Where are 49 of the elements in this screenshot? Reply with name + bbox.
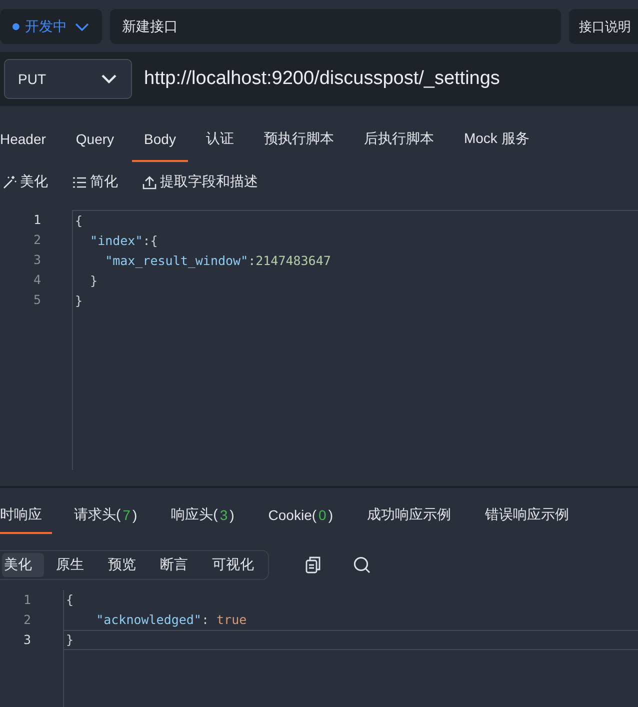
copy-icon[interactable]	[305, 556, 321, 574]
code-line: "index":{	[89, 232, 159, 250]
code-line: }	[64, 630, 638, 650]
chevron-down-icon	[74, 22, 89, 30]
view-mode-tab[interactable]: 可视化	[200, 553, 266, 577]
code-line: "acknowledged": true	[95, 611, 248, 629]
toolbar-button[interactable]: 简化	[72, 173, 118, 191]
request-tab[interactable]: 后执行脚本	[352, 118, 446, 162]
code-line: }	[89, 272, 99, 290]
line-number: 2	[22, 611, 32, 629]
description-button[interactable]: 接口说明	[569, 9, 638, 44]
view-mode-tab[interactable]: 原生	[44, 553, 96, 577]
code-line: {	[65, 591, 75, 609]
response-tab[interactable]: 响应头(3)	[159, 498, 246, 534]
line-number: 3	[22, 631, 32, 649]
request-tab[interactable]: Header	[0, 118, 58, 162]
view-mode-tab[interactable]: 美化	[2, 553, 44, 577]
view-mode-tab[interactable]: 预览	[96, 553, 148, 577]
list-icon	[72, 176, 87, 188]
method-select[interactable]: PUT	[4, 59, 132, 99]
code-line: {	[74, 212, 84, 230]
toolbar-button[interactable]: 美化	[2, 173, 48, 191]
response-tab[interactable]: 请求头(7)	[62, 498, 150, 534]
line-number: 4	[32, 271, 42, 289]
chevron-down-icon	[101, 74, 117, 84]
upload-icon	[142, 174, 157, 190]
response-tab[interactable]: 错误响应示例	[473, 498, 581, 534]
line-number: 3	[32, 251, 42, 269]
magic-wand-icon	[2, 174, 17, 190]
status-dropdown[interactable]: ● 开发中	[0, 9, 102, 44]
code-line: "max_result_window":2147483647	[104, 252, 332, 270]
line-number: 1	[32, 211, 42, 229]
line-number: 2	[32, 231, 42, 249]
request-tab[interactable]: Query	[64, 118, 126, 162]
toolbar-button[interactable]: 提取字段和描述	[142, 173, 258, 191]
response-tab[interactable]: 成功响应示例	[355, 498, 463, 534]
request-tab[interactable]: 认证	[194, 118, 246, 162]
name-field[interactable]: 新建接口	[110, 9, 561, 44]
line-number: 5	[32, 291, 42, 309]
url-field[interactable]: http://localhost:9200/discusspost/_settings	[144, 68, 500, 90]
search-icon[interactable]	[353, 556, 371, 574]
request-tab[interactable]: 预执行脚本	[252, 118, 346, 162]
view-mode-tab[interactable]: 断言	[148, 553, 200, 577]
request-tab[interactable]: Mock 服务	[452, 118, 542, 162]
code-line: }	[74, 292, 84, 310]
response-tab[interactable]: 时响应	[0, 498, 52, 534]
line-number: 1	[22, 591, 32, 609]
response-tab[interactable]: Cookie(0)	[256, 498, 345, 534]
request-tab[interactable]: Body	[132, 118, 188, 162]
